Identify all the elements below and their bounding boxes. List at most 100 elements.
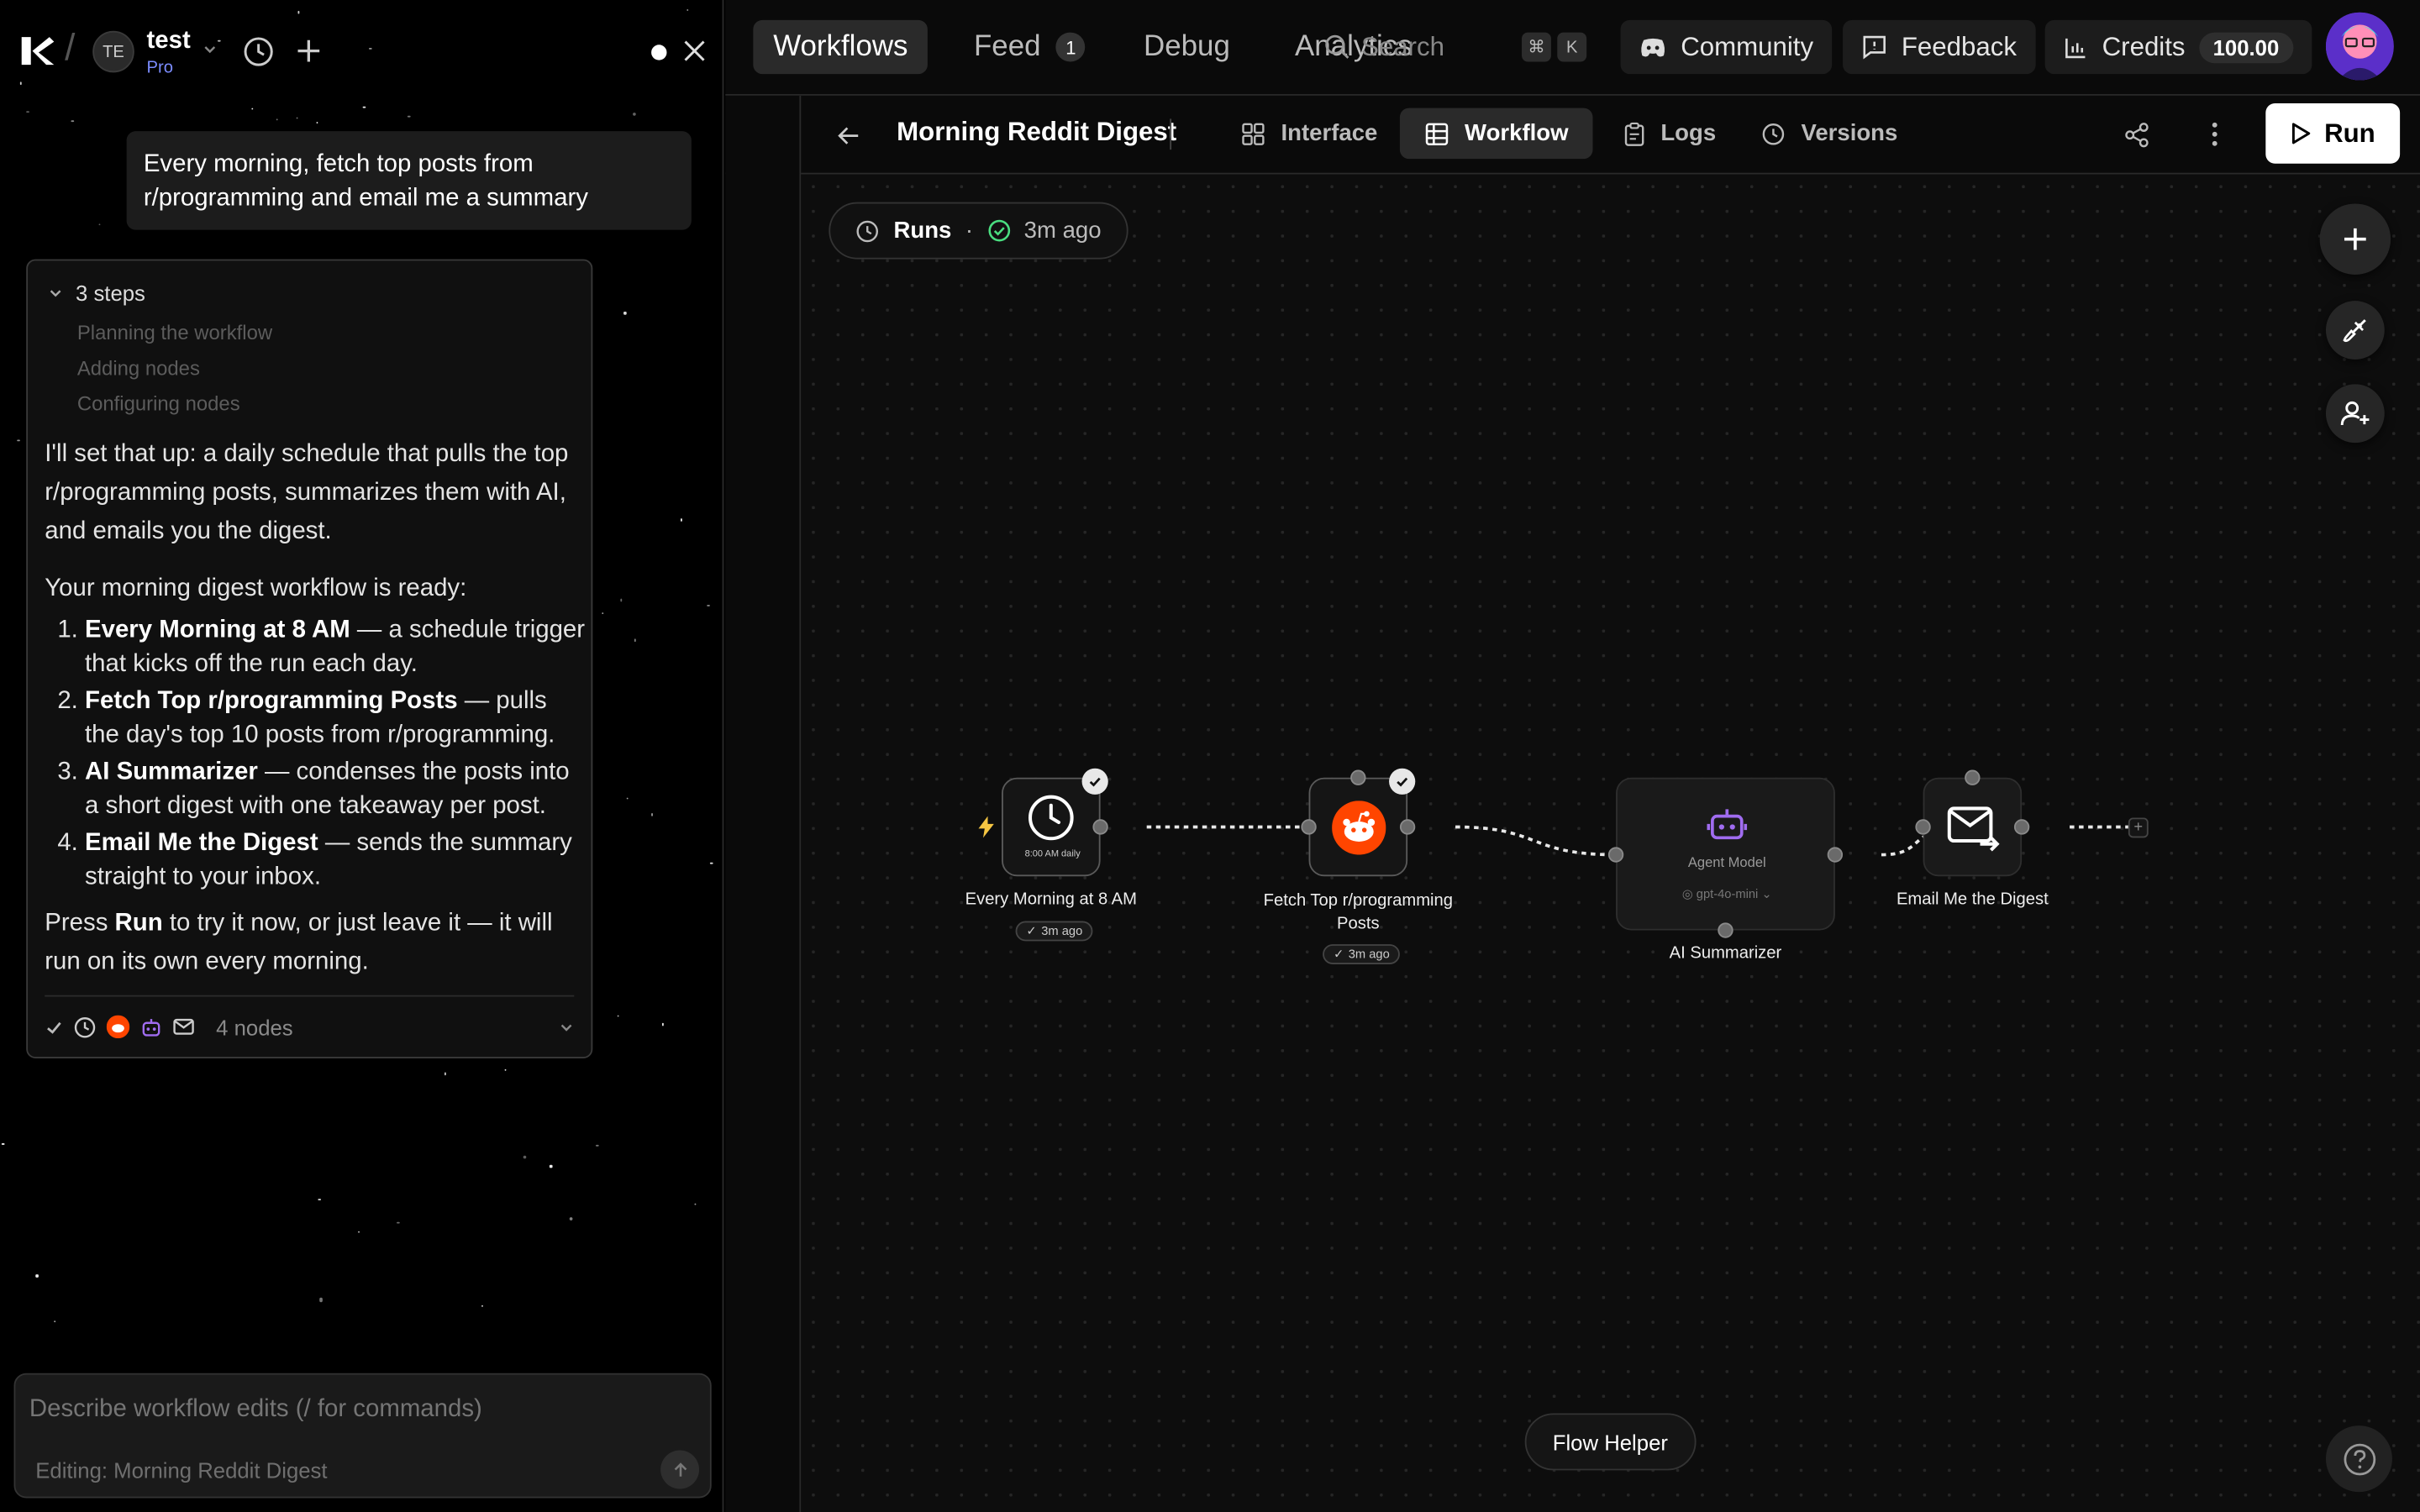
status-dot-icon: [650, 43, 666, 60]
lightning-icon: [978, 816, 994, 838]
star: [680, 518, 683, 522]
user-avatar[interactable]: [2325, 12, 2394, 81]
chevron-down-icon: [50, 290, 61, 297]
feedback-icon: [1863, 35, 1886, 60]
tab-workflow[interactable]: Workflow: [1399, 108, 1593, 160]
star: [218, 39, 221, 43]
mail-icon: [173, 1017, 194, 1034]
workflow-toolbar: Morning Reddit Digest Interface Workflow…: [725, 95, 2420, 175]
star: [596, 1144, 598, 1147]
add-node-button[interactable]: [2319, 203, 2391, 275]
feedback-label: Feedback: [1901, 31, 2018, 61]
output-handle[interactable]: [1092, 819, 1108, 835]
star: [661, 1023, 665, 1026]
star: [481, 1304, 484, 1307]
run-button[interactable]: Run: [2265, 103, 2401, 164]
agent-title: Agent Model: [1687, 854, 1766, 870]
output-handle[interactable]: [2013, 819, 2030, 835]
breadcrumb-separator: /: [65, 28, 76, 70]
tab-logs[interactable]: Logs: [1599, 108, 1741, 160]
star: [35, 1274, 39, 1278]
tab-versions[interactable]: Versions: [1736, 108, 1922, 160]
node-schedule[interactable]: 8:00 AM daily: [1002, 777, 1101, 877]
style-button[interactable]: [2325, 301, 2385, 360]
search-box[interactable]: Search ⌘ K: [1306, 20, 1599, 74]
reply-outro: Press Run to try it now, or just leave i…: [45, 910, 553, 975]
chevron-down-icon[interactable]: [203, 42, 218, 57]
star: [250, 108, 254, 111]
star: [651, 813, 654, 816]
top-nav: Workflows Feed 1 Debug Analytics Search ⌘…: [725, 0, 2420, 96]
composer-input[interactable]: [29, 1396, 678, 1425]
community-button[interactable]: Community: [1620, 19, 1833, 75]
star: [2, 1142, 4, 1145]
star: [26, 111, 29, 113]
input-handle[interactable]: [1607, 847, 1624, 863]
invite-user-button[interactable]: [2325, 384, 2385, 444]
back-arrow-icon[interactable]: [834, 120, 865, 151]
step-item: Planning the workflow: [76, 321, 273, 344]
workspace-name[interactable]: test: [146, 28, 190, 55]
star: [569, 1216, 574, 1221]
new-chat-icon[interactable]: [293, 35, 324, 66]
credits-button[interactable]: Credits 100.00: [2044, 19, 2312, 75]
model-selector[interactable]: ◎ gpt-4o-mini ⌄: [1618, 887, 1837, 901]
plus-icon: [2344, 228, 2366, 250]
node-label: Every Morning at 8 AM: [965, 890, 1138, 909]
tab-workflows[interactable]: Workflows: [753, 19, 929, 75]
star: [504, 1068, 507, 1071]
node-email[interactable]: [1923, 777, 2023, 877]
flow-helper-button[interactable]: Flow Helper: [1524, 1413, 1697, 1471]
table-icon: [1425, 122, 1449, 145]
nodes-summary[interactable]: 4 nodes: [45, 995, 575, 1057]
workspace-avatar[interactable]: TE: [92, 30, 134, 73]
star: [397, 1222, 399, 1225]
star: [358, 1231, 360, 1233]
search-placeholder: Search: [1361, 32, 1444, 62]
check-icon: [47, 1021, 61, 1033]
paintbrush-icon: [2343, 319, 2366, 343]
node-reddit[interactable]: [1308, 777, 1408, 877]
feedback-button[interactable]: Feedback: [1843, 19, 2036, 75]
feed-count-badge: 1: [1055, 32, 1086, 62]
close-icon[interactable]: [681, 37, 708, 65]
input-handle[interactable]: [1301, 819, 1317, 835]
app-logo[interactable]: [18, 34, 55, 67]
tab-feed[interactable]: Feed 1: [954, 20, 1106, 74]
divider: [1170, 118, 1172, 150]
output-handle[interactable]: [1827, 847, 1844, 863]
workflow-title[interactable]: Morning Reddit Digest: [897, 118, 1176, 149]
step-item: Configuring nodes: [76, 391, 240, 416]
history-icon[interactable]: [241, 34, 275, 67]
tab-interface[interactable]: Interface: [1216, 108, 1402, 160]
star: [634, 638, 637, 642]
star: [619, 599, 623, 601]
top-handle[interactable]: [1350, 769, 1366, 785]
collapsed-sidebar: [725, 95, 802, 1512]
node-ai-summarizer[interactable]: Agent Model ◎ gpt-4o-mini ⌄: [1616, 777, 1837, 931]
bottom-handle[interactable]: [1718, 922, 1733, 938]
community-label: Community: [1681, 31, 1814, 61]
top-handle[interactable]: [1965, 769, 1981, 785]
list-item: Fetch Top r/programming Posts — pulls th…: [85, 685, 585, 753]
steps-toggle[interactable]: 3 steps: [48, 281, 145, 306]
node-label: AI Summarizer: [1669, 944, 1782, 963]
help-button[interactable]: [2325, 1425, 2392, 1493]
star: [523, 1155, 527, 1160]
tab-debug[interactable]: Debug: [1123, 20, 1250, 74]
workflow-canvas[interactable]: Runs · 3m ago 8:00 AM daily Every Mornin…: [801, 174, 2420, 1512]
workspace-plan: Pro: [146, 58, 173, 77]
star: [623, 312, 627, 314]
more-vertical-icon[interactable]: [2199, 118, 2230, 151]
star: [297, 11, 300, 14]
node-label: Fetch Top r/programming Posts: [1263, 891, 1453, 934]
input-handle[interactable]: [1915, 819, 1931, 835]
list-item: Every Morning at 8 AM — a schedule trigg…: [85, 614, 585, 682]
star: [693, 1202, 697, 1205]
send-button[interactable]: [660, 1450, 700, 1489]
share-icon[interactable]: [2119, 118, 2153, 151]
add-node-icon[interactable]: +: [2128, 817, 2149, 838]
trigger-bolt-icon: [1749, 992, 1764, 1012]
credits-label: Credits: [2102, 31, 2186, 61]
output-handle[interactable]: [1399, 819, 1416, 835]
